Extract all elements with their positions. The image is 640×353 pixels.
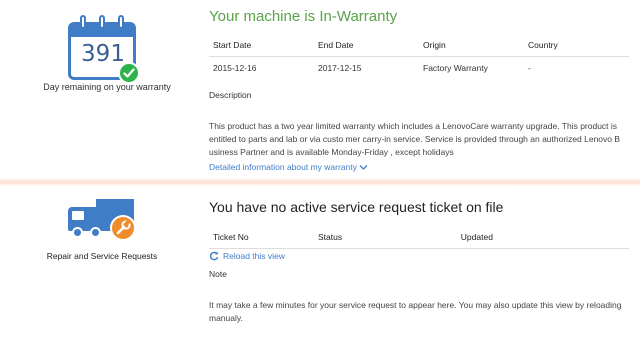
wrench-icon (110, 215, 136, 241)
section-divider (0, 178, 640, 186)
col-status: Status (314, 228, 457, 249)
chevron-down-icon (359, 165, 368, 171)
warranty-section: 391 Day remaining on your warranty Your … (0, 0, 640, 180)
country-value: - (528, 63, 531, 73)
truck-icon (66, 199, 146, 259)
end-date-value: 2017-12-15 (318, 63, 362, 73)
start-date-value: 2015-12-16 (213, 63, 257, 73)
check-circle-icon (118, 62, 140, 84)
reload-view-link[interactable]: Reload this view (209, 251, 285, 261)
reload-view-label[interactable]: Reload this view (223, 251, 285, 261)
service-caption: Repair and Service Requests (46, 251, 158, 261)
service-title: You have no active service request ticke… (209, 199, 504, 215)
warranty-table: Start Date End Date Origin Country 2015-… (209, 36, 629, 77)
table-row: 2015-12-16 2017-12-15 Factory Warranty - (209, 57, 629, 78)
origin-value: Factory Warranty (423, 63, 488, 73)
calendar-icon: 391 (66, 10, 142, 84)
col-updated: Updated (456, 228, 629, 249)
reload-icon (209, 251, 219, 261)
detail-warranty-link-label[interactable]: Detailed information about my warranty (209, 162, 357, 172)
warranty-caption: Day remaining on your warranty (43, 82, 171, 92)
warranty-title: Your machine is In-Warranty (209, 8, 398, 25)
description-label: Description (209, 90, 252, 100)
col-end-date: End Date (314, 36, 419, 57)
col-start-date: Start Date (209, 36, 314, 57)
description-text: This product has a two year limited warr… (209, 121, 621, 157)
col-origin: Origin (419, 36, 524, 57)
col-country: Country (524, 36, 629, 57)
note-text: It may take a few minutes for your servi… (209, 300, 622, 323)
col-ticket-no: Ticket No (209, 228, 314, 249)
service-ticket-table: Ticket No Status Updated (209, 228, 629, 249)
detail-warranty-link[interactable]: Detailed information about my warranty (209, 162, 368, 172)
note-label: Note (209, 269, 227, 279)
